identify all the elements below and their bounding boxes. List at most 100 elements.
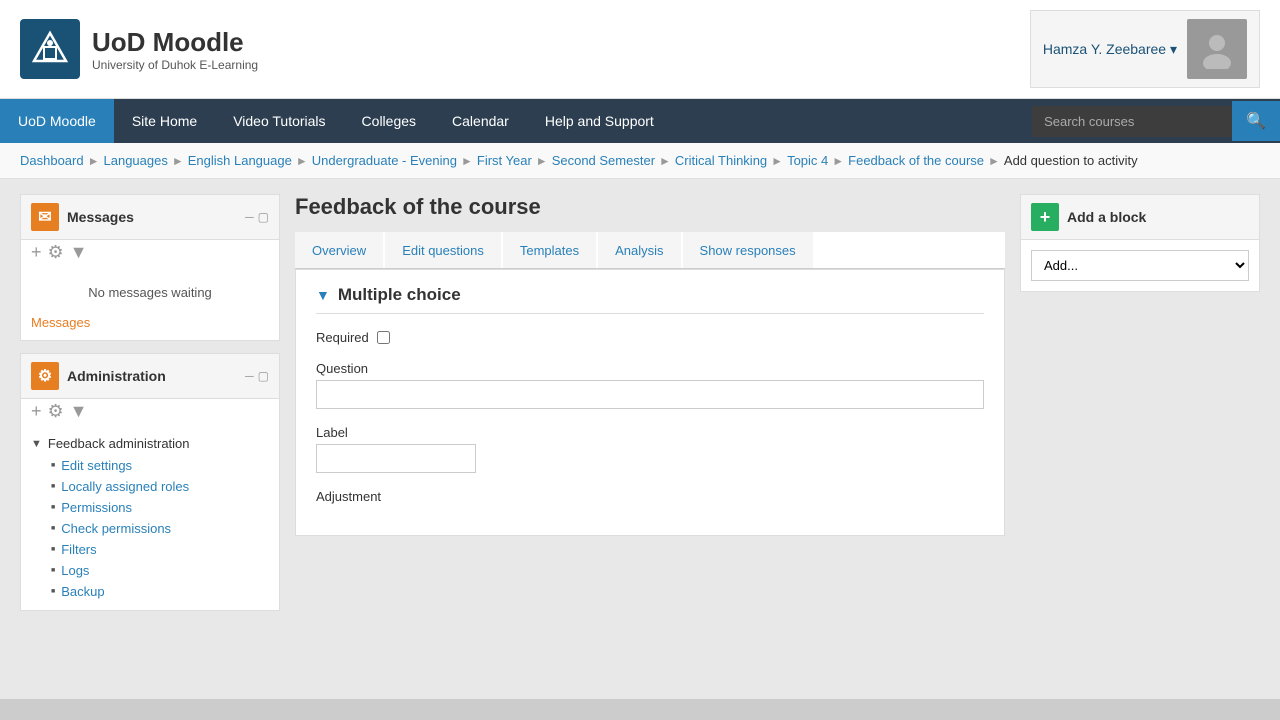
admin-item-logs[interactable]: Logs <box>51 560 269 581</box>
right-sidebar: + Add a block Add... <box>1020 194 1260 684</box>
administration-block-title: ⚙ Administration <box>31 362 166 390</box>
admin-maximize[interactable]: ▢ <box>258 369 269 383</box>
breadcrumb-english-language[interactable]: English Language <box>188 153 292 168</box>
breadcrumb-second-semester[interactable]: Second Semester <box>552 153 655 168</box>
required-row: Required <box>316 330 984 345</box>
administration-icon: ⚙ <box>31 362 59 390</box>
logo-text: UoD Moodle University of Duhok E-Learnin… <box>92 27 258 72</box>
label-input[interactable] <box>316 444 476 473</box>
administration-block: ⚙ Administration ─ ▢ + ⚙ ▼ ▼ Feedback ad… <box>20 353 280 611</box>
navbar: UoD Moodle Site Home Video Tutorials Col… <box>0 99 1280 143</box>
breadcrumb-topic4[interactable]: Topic 4 <box>787 153 828 168</box>
logo-icon <box>20 19 80 79</box>
section-title: Multiple choice <box>338 285 461 305</box>
question-row: Question <box>316 361 984 409</box>
nav-site-home[interactable]: Site Home <box>114 99 215 143</box>
admin-item-check-permissions[interactable]: Check permissions <box>51 518 269 539</box>
required-checkbox[interactable] <box>377 331 390 344</box>
breadcrumb-undergraduate-evening[interactable]: Undergraduate - Evening <box>312 153 457 168</box>
messages-minimize[interactable]: ─ <box>245 210 254 224</box>
tab-analysis[interactable]: Analysis <box>598 232 680 268</box>
admin-item-backup[interactable]: Backup <box>51 581 269 602</box>
messages-block-title: ✉ Messages <box>31 203 134 231</box>
user-name: Hamza Y. Zeebaree ▾ <box>1043 41 1177 58</box>
nav-search-area: 🔍 <box>1032 101 1280 141</box>
feedback-admin-label: Feedback administration <box>48 436 190 451</box>
add-block-body: Add... <box>1021 240 1259 291</box>
feedback-admin-arrow: ▼ <box>31 438 42 450</box>
nav-calendar[interactable]: Calendar <box>434 99 527 143</box>
administration-block-header: ⚙ Administration ─ ▢ <box>21 354 279 399</box>
form-section: ▼ Multiple choice Required Question Labe… <box>295 269 1005 536</box>
admin-add-action[interactable]: + <box>31 401 42 422</box>
site-subtitle: University of Duhok E-Learning <box>92 58 258 72</box>
add-block-select[interactable]: Add... <box>1031 250 1249 281</box>
messages-block-header: ✉ Messages ─ ▢ <box>21 195 279 240</box>
admin-list: ▼ Feedback administration Edit settings … <box>21 424 279 610</box>
main-layout: ✉ Messages ─ ▢ + ⚙ ▼ No messages waiting… <box>0 179 1280 699</box>
breadcrumb-first-year[interactable]: First Year <box>477 153 532 168</box>
nav-help-support[interactable]: Help and Support <box>527 99 672 143</box>
breadcrumb-dashboard[interactable]: Dashboard <box>20 153 84 168</box>
messages-block-body: No messages waiting Messages <box>21 265 279 340</box>
admin-item-locally-assigned-roles[interactable]: Locally assigned roles <box>51 476 269 497</box>
messages-block-controls: ─ ▢ <box>245 210 269 224</box>
admin-dropdown-icon[interactable]: ▼ <box>70 401 88 422</box>
admin-item-filters[interactable]: Filters <box>51 539 269 560</box>
messages-icon: ✉ <box>31 203 59 231</box>
admin-gear-icon[interactable]: ⚙ <box>48 401 64 422</box>
page-title: Feedback of the course <box>295 194 1005 220</box>
tab-templates[interactable]: Templates <box>503 232 596 268</box>
search-button[interactable]: 🔍 <box>1232 101 1280 141</box>
logo-area: UoD Moodle University of Duhok E-Learnin… <box>20 19 258 79</box>
messages-dropdown-icon[interactable]: ▼ <box>70 242 88 263</box>
feedback-admin-header: ▼ Feedback administration <box>31 432 269 455</box>
tab-overview[interactable]: Overview <box>295 232 383 268</box>
section-header: ▼ Multiple choice <box>316 285 984 314</box>
content-tabs: Overview Edit questions Templates Analys… <box>295 232 1005 269</box>
admin-block-controls: ─ ▢ <box>245 369 269 383</box>
question-label: Question <box>316 361 984 376</box>
feedback-admin-sub-list: Edit settings Locally assigned roles Per… <box>31 455 269 602</box>
breadcrumb: Dashboard ► Languages ► English Language… <box>0 143 1280 179</box>
nav-video-tutorials[interactable]: Video Tutorials <box>215 99 343 143</box>
main-content: Feedback of the course Overview Edit que… <box>295 194 1005 684</box>
add-block-title: Add a block <box>1067 209 1146 225</box>
adjustment-label: Adjustment <box>316 489 984 504</box>
breadcrumb-languages[interactable]: Languages <box>104 153 168 168</box>
adjustment-row: Adjustment <box>316 489 984 504</box>
messages-link[interactable]: Messages <box>31 310 269 330</box>
add-block-icon: + <box>1031 203 1059 231</box>
messages-block: ✉ Messages ─ ▢ + ⚙ ▼ No messages waiting… <box>20 194 280 341</box>
messages-maximize[interactable]: ▢ <box>258 210 269 224</box>
tab-show-responses[interactable]: Show responses <box>683 232 813 268</box>
messages-gear-icon[interactable]: ⚙ <box>48 242 64 263</box>
add-block-header: + Add a block <box>1021 195 1259 240</box>
messages-add-action[interactable]: + <box>31 242 42 263</box>
question-input[interactable] <box>316 380 984 409</box>
nav-uod-moodle[interactable]: UoD Moodle <box>0 99 114 143</box>
avatar <box>1187 19 1247 79</box>
label-row: Label <box>316 425 984 473</box>
admin-item-edit-settings[interactable]: Edit settings <box>51 455 269 476</box>
tab-edit-questions[interactable]: Edit questions <box>385 232 501 268</box>
required-label: Required <box>316 330 369 345</box>
breadcrumb-current: Add question to activity <box>1004 153 1138 168</box>
left-sidebar: ✉ Messages ─ ▢ + ⚙ ▼ No messages waiting… <box>20 194 280 684</box>
breadcrumb-feedback[interactable]: Feedback of the course <box>848 153 984 168</box>
user-area[interactable]: Hamza Y. Zeebaree ▾ <box>1030 10 1260 88</box>
admin-minimize[interactable]: ─ <box>245 369 254 383</box>
feedback-admin-section: ▼ Feedback administration Edit settings … <box>31 432 269 602</box>
site-title: UoD Moodle <box>92 27 258 58</box>
search-input[interactable] <box>1032 106 1232 137</box>
section-collapse-icon[interactable]: ▼ <box>316 287 330 303</box>
admin-item-permissions[interactable]: Permissions <box>51 497 269 518</box>
add-block: + Add a block Add... <box>1020 194 1260 292</box>
admin-block-actions: + ⚙ ▼ <box>21 399 279 424</box>
no-messages-text: No messages waiting <box>31 275 269 310</box>
breadcrumb-critical-thinking[interactable]: Critical Thinking <box>675 153 767 168</box>
messages-block-actions: + ⚙ ▼ <box>21 240 279 265</box>
add-block-select-row: Add... <box>1031 250 1249 281</box>
nav-colleges[interactable]: Colleges <box>344 99 434 143</box>
label-label: Label <box>316 425 984 440</box>
